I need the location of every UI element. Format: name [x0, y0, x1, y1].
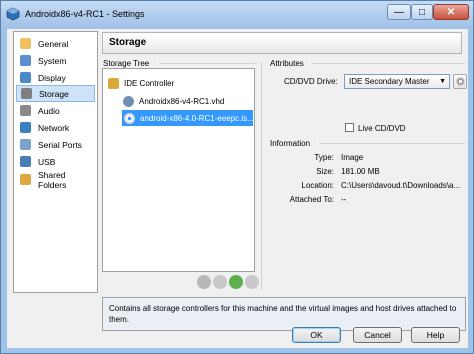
description-panel: Contains all storage controllers for thi… — [102, 297, 466, 331]
dialog-client: General System Display Storage Audio Net… — [7, 29, 468, 348]
description-text: Contains all storage controllers for thi… — [109, 304, 457, 324]
choose-disk-button[interactable] — [453, 74, 467, 89]
help-button[interactable]: Help — [411, 327, 460, 343]
ok-button-label: OK — [310, 330, 323, 340]
nav-item-label: Storage — [39, 88, 69, 99]
ok-button[interactable]: OK — [292, 327, 341, 343]
tree-item-label: android-x86-4.0-RC1-eeepc.is... — [140, 113, 253, 123]
nav-item-audio[interactable]: Audio — [16, 102, 95, 119]
nav-item-serial-ports[interactable]: Serial Ports — [16, 136, 95, 153]
maximize-icon: □ — [418, 6, 426, 18]
info-key-size: Size: — [316, 167, 334, 176]
tree-item-ide-controller[interactable]: IDE Controller — [108, 75, 248, 91]
nav-item-storage[interactable]: Storage — [16, 85, 95, 102]
information-separator — [319, 143, 465, 144]
nav-item-label: General — [38, 38, 69, 49]
serial-ports-icon — [20, 139, 31, 150]
page-title: Storage — [109, 37, 147, 48]
cd-dvd-drive-label: CD/DVD Drive: — [284, 77, 338, 86]
nav-item-label: Network — [38, 122, 70, 133]
nav-item-label: Audio — [38, 105, 60, 116]
minimize-button[interactable]: — — [387, 4, 411, 20]
optical-disk-icon — [456, 77, 465, 86]
tree-item-label: Androidx86-v4-RC1.vhd — [139, 96, 225, 106]
nav-item-system[interactable]: System — [16, 52, 95, 69]
maximize-button[interactable]: □ — [411, 4, 433, 20]
help-button-label: Help — [426, 330, 445, 340]
nav-item-label: System — [38, 55, 67, 66]
virtualbox-app-icon — [6, 7, 20, 21]
cancel-button-label: Cancel — [364, 330, 391, 340]
storage-tree-label: Storage Tree — [103, 59, 150, 68]
storage-tree-separator — [159, 63, 255, 64]
hard-disk-icon — [123, 95, 134, 107]
close-button[interactable]: ✕ — [433, 4, 469, 20]
nav-item-label: Serial Ports — [38, 139, 82, 150]
nav-item-display[interactable]: Display — [16, 69, 95, 86]
info-value-attached-to: -- — [341, 195, 347, 204]
live-cd-checkbox[interactable] — [345, 123, 354, 132]
add-attachment-icon[interactable] — [229, 275, 243, 289]
page-header: Storage — [102, 32, 462, 54]
attributes-label: Attributes — [270, 59, 304, 68]
window-title: Androidx86-v4-RC1 - Settings — [25, 9, 145, 19]
live-cd-label: Live CD/DVD — [358, 124, 406, 133]
display-icon — [20, 72, 31, 83]
tree-item-hard-disk[interactable]: Androidx86-v4-RC1.vhd — [123, 93, 251, 109]
settings-nav: General System Display Storage Audio Net… — [13, 31, 98, 293]
tree-item-label: IDE Controller — [124, 78, 175, 88]
nav-item-label: Display — [38, 72, 66, 83]
nav-item-usb[interactable]: USB — [16, 153, 95, 170]
cd-dvd-drive-select[interactable]: IDE Secondary Master ▼ — [344, 74, 450, 89]
add-controller-icon[interactable] — [197, 275, 211, 289]
ide-controller-icon — [108, 77, 119, 89]
close-icon: ✕ — [446, 6, 456, 18]
general-icon — [20, 38, 31, 49]
information-label: Information — [270, 139, 311, 148]
settings-window: Androidx86-v4-RC1 - Settings — □ ✕ Gener… — [0, 0, 474, 354]
cancel-button[interactable]: Cancel — [353, 327, 402, 343]
info-key-location: Location: — [301, 181, 334, 190]
remove-controller-icon[interactable] — [213, 275, 227, 289]
cd-dvd-drive-value: IDE Secondary Master — [349, 77, 430, 86]
remove-attachment-icon[interactable] — [245, 275, 259, 289]
network-icon — [20, 122, 31, 133]
system-icon — [20, 55, 31, 66]
info-key-attached-to: Attached To: — [289, 195, 334, 204]
vertical-divider — [261, 62, 262, 290]
tree-item-optical-disk[interactable]: android-x86-4.0-RC1-eeepc.is... — [122, 110, 253, 126]
storage-icon — [21, 88, 32, 99]
storage-tree[interactable]: IDE Controller Androidx86-v4-RC1.vhd and… — [102, 68, 255, 272]
attributes-separator — [311, 63, 465, 64]
minimize-icon: — — [394, 6, 404, 18]
shared-folders-icon — [20, 174, 31, 185]
info-value-type: Image — [341, 153, 364, 162]
info-value-size: 181.00 MB — [341, 167, 380, 176]
nav-item-label: USB — [38, 156, 56, 167]
info-key-type: Type: — [314, 153, 334, 162]
title-bar[interactable]: Androidx86-v4-RC1 - Settings — □ ✕ — [1, 1, 473, 29]
optical-disk-icon — [124, 112, 135, 124]
chevron-down-icon: ▼ — [439, 78, 446, 85]
usb-icon — [20, 156, 31, 167]
audio-icon — [20, 105, 31, 116]
nav-item-label: Shared Folders — [38, 169, 67, 190]
nav-item-network[interactable]: Network — [16, 119, 95, 136]
nav-item-general[interactable]: General — [16, 35, 95, 52]
info-value-location: C:\Users\davoud.t\Downloads\a... — [341, 181, 461, 190]
nav-item-shared-folders[interactable]: Shared Folders — [16, 169, 95, 190]
